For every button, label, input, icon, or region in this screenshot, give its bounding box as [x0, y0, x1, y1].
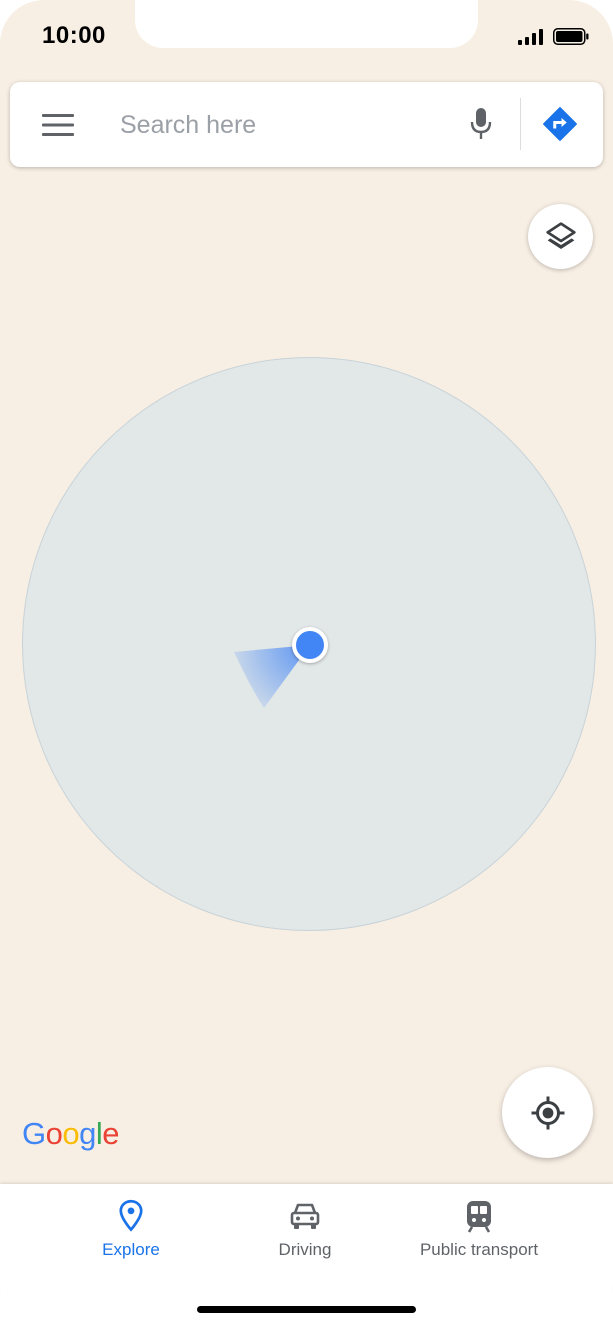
status-icons — [518, 28, 589, 45]
search-bar — [10, 82, 603, 167]
heading-beam-icon — [234, 645, 310, 708]
layers-button[interactable] — [528, 204, 593, 269]
status-time: 10:00 — [42, 22, 106, 49]
directions-button[interactable] — [540, 104, 580, 144]
google-logo-letter: e — [102, 1116, 120, 1151]
phone-screen: Google 10:00 Search here Explore Driving… — [0, 0, 613, 1328]
layers-icon — [545, 221, 576, 249]
google-logo-letter: g — [79, 1116, 96, 1151]
menu-button[interactable] — [40, 107, 76, 143]
nav-tab-driving[interactable]: Driving — [266, 1198, 344, 1260]
nav-tab-public-transport[interactable]: Public transport — [408, 1198, 550, 1260]
cellular-signal-icon — [518, 29, 543, 45]
google-logo-letter: o — [45, 1116, 63, 1151]
nav-label-explore: Explore — [102, 1240, 160, 1259]
search-bar-divider — [520, 98, 521, 150]
my-location-icon — [531, 1096, 564, 1129]
device-notch — [135, 0, 478, 48]
explore-pin-icon — [113, 1198, 149, 1234]
google-logo-letter: o — [62, 1116, 80, 1151]
nav-label-driving: Driving — [278, 1240, 332, 1259]
menu-icon — [42, 114, 74, 136]
directions-icon — [543, 107, 577, 141]
microphone-icon — [470, 108, 492, 139]
status-bar: 10:00 — [0, 0, 613, 70]
car-icon — [287, 1198, 323, 1234]
train-icon — [461, 1198, 497, 1234]
current-location-dot — [292, 627, 328, 663]
battery-icon — [553, 28, 589, 45]
my-location-button[interactable] — [502, 1067, 593, 1158]
nav-tab-explore[interactable]: Explore — [98, 1198, 164, 1260]
home-indicator[interactable] — [197, 1306, 416, 1313]
voice-search-button[interactable] — [465, 104, 497, 144]
map-view[interactable]: Google — [0, 0, 613, 1184]
nav-label-public-transport: Public transport — [419, 1240, 539, 1259]
bottom-navigation: Explore Driving Public transport — [0, 1184, 613, 1328]
google-logo-letter: G — [22, 1116, 46, 1151]
search-input[interactable] — [118, 102, 452, 148]
google-logo: Google — [22, 1116, 120, 1152]
